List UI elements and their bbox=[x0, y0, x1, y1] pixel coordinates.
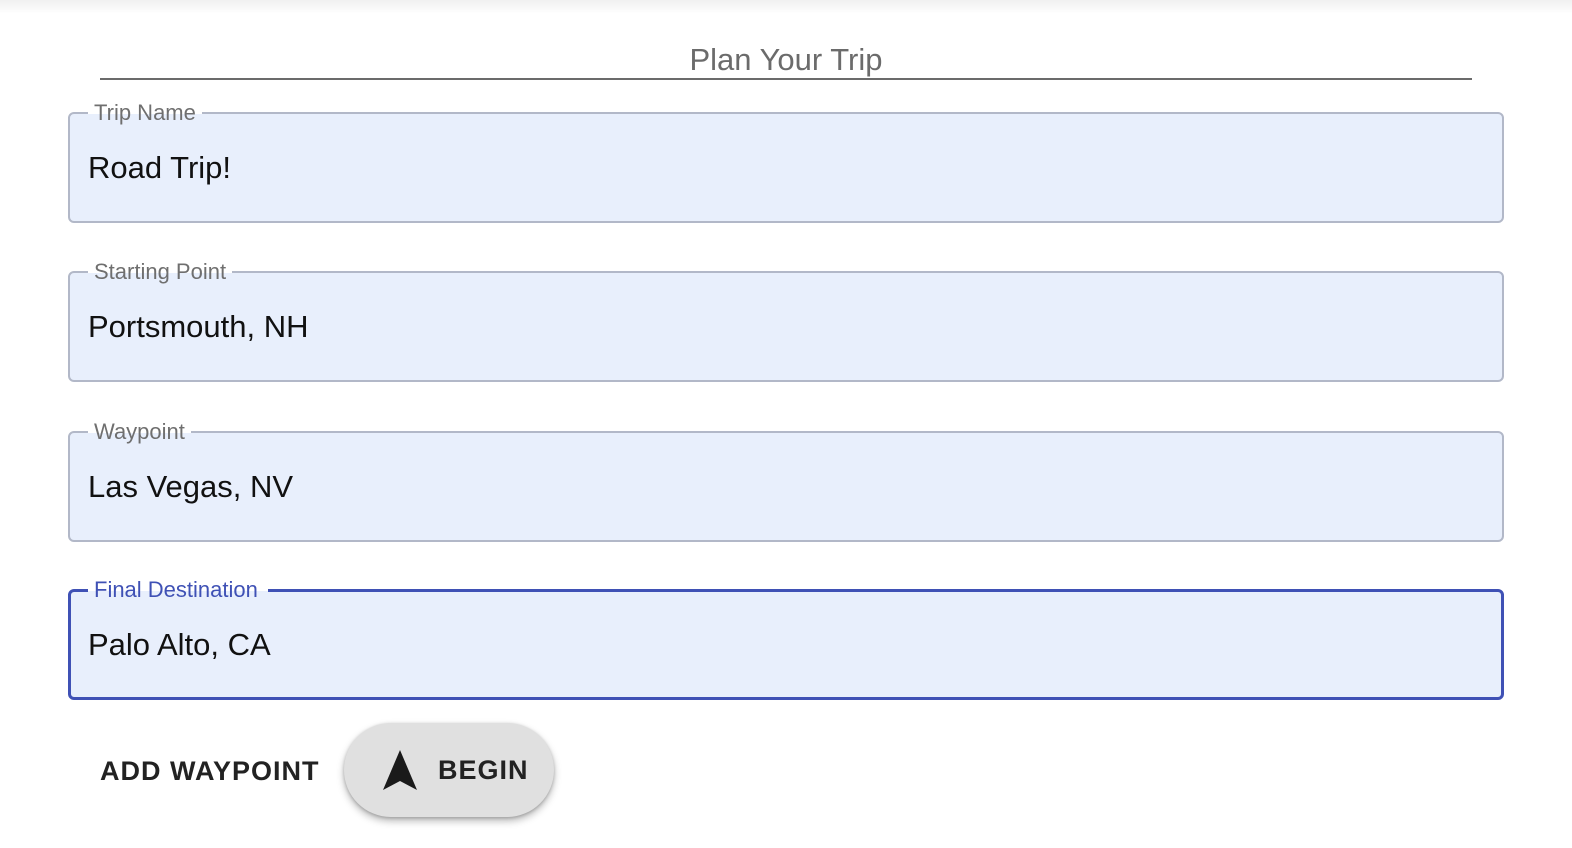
begin-button[interactable]: BEGIN bbox=[344, 723, 554, 817]
final-destination-field[interactable]: Final Destination bbox=[68, 577, 1504, 700]
begin-label: BEGIN bbox=[438, 755, 529, 785]
add-waypoint-button[interactable]: ADD WAYPOINT bbox=[86, 744, 334, 798]
page-header: Plan Your Trip bbox=[100, 40, 1472, 80]
waypoint-field[interactable]: Waypoint bbox=[68, 419, 1504, 542]
starting-point-label: Starting Point bbox=[88, 259, 233, 285]
trip-name-field[interactable]: Trip Name bbox=[68, 100, 1504, 223]
final-destination-label: Final Destination bbox=[88, 577, 268, 603]
page-title: Plan Your Trip bbox=[689, 42, 883, 77]
waypoint-input[interactable] bbox=[88, 467, 1468, 507]
trip-name-label: Trip Name bbox=[88, 100, 202, 126]
starting-point-field[interactable]: Starting Point bbox=[68, 259, 1504, 382]
navigation-arrow-icon bbox=[383, 750, 417, 790]
trip-name-input[interactable] bbox=[88, 148, 1468, 188]
waypoint-label: Waypoint bbox=[88, 419, 191, 445]
app-bar-shadow bbox=[0, 0, 1572, 14]
starting-point-input[interactable] bbox=[88, 307, 1468, 347]
final-destination-input[interactable] bbox=[88, 625, 1468, 665]
